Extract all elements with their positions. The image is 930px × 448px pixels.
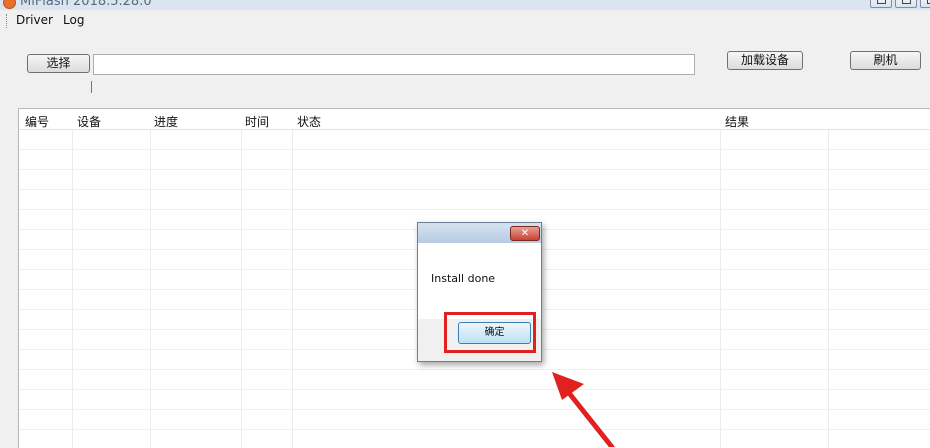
arrow-shaft [562, 385, 615, 447]
annotation-arrow [552, 372, 615, 447]
arrow-head-icon [552, 372, 584, 400]
